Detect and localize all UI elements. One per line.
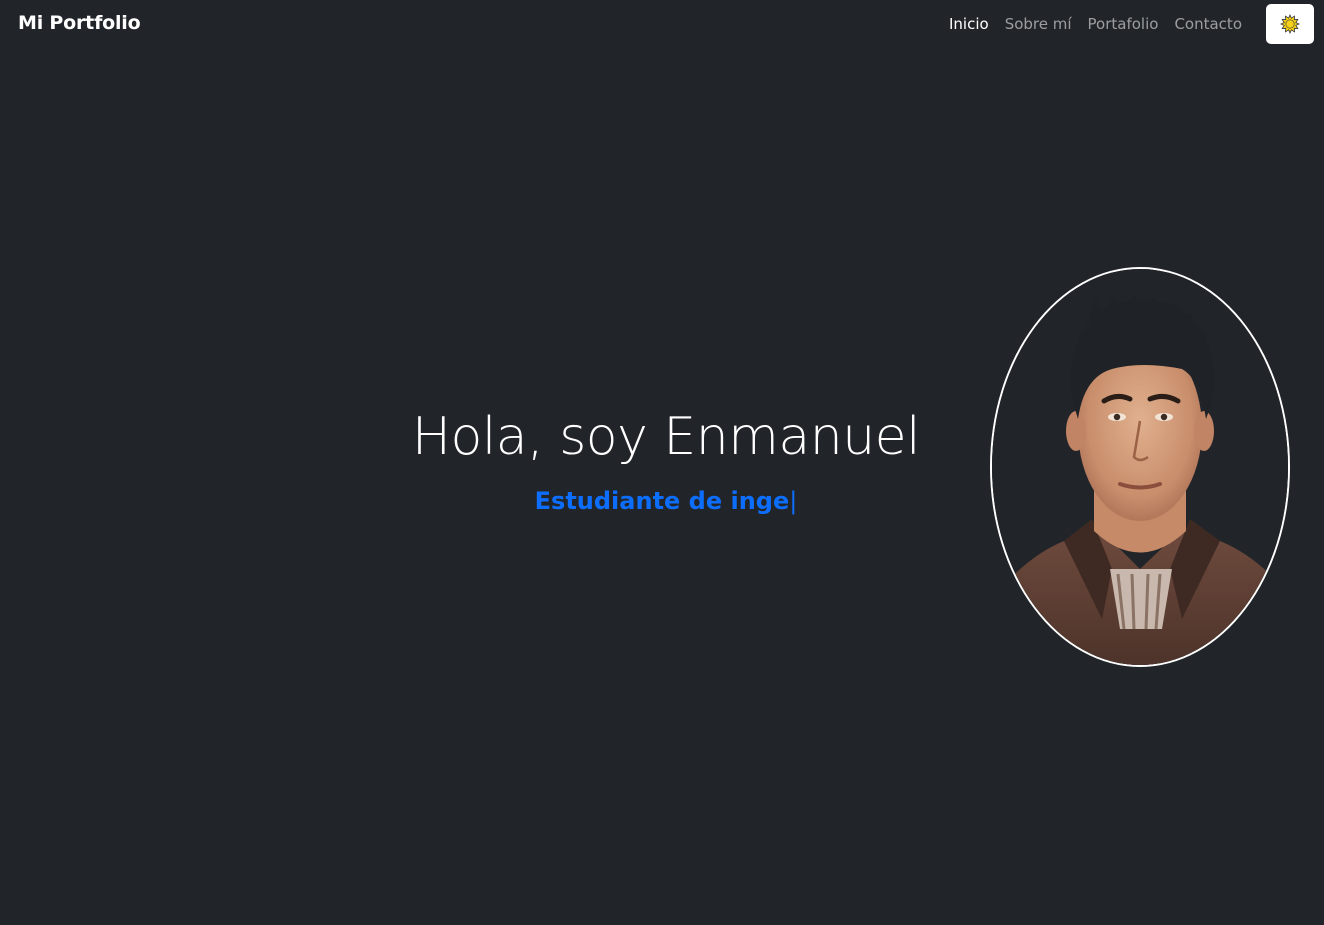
page: Mi Portfolio Inicio Sobre mí Portafolio … <box>0 0 1324 925</box>
nav-link-contacto[interactable]: Contacto <box>1166 14 1250 34</box>
theme-toggle-button[interactable] <box>1266 4 1314 44</box>
navbar: Mi Portfolio Inicio Sobre mí Portafolio … <box>0 0 1324 50</box>
typed-text: Estudiante de inge <box>534 487 790 515</box>
brand-link[interactable]: Mi Portfolio <box>18 12 141 34</box>
sun-icon <box>1280 14 1300 34</box>
typing-cursor: | <box>789 487 798 515</box>
profile-portrait-image <box>992 269 1288 665</box>
nav-link-sobre-mi[interactable]: Sobre mí <box>997 14 1080 34</box>
nav-links: Inicio Sobre mí Portafolio Contacto <box>941 14 1250 34</box>
nav-link-portafolio[interactable]: Portafolio <box>1080 14 1167 34</box>
nav-link-inicio[interactable]: Inicio <box>941 14 997 34</box>
profile-photo <box>990 267 1290 667</box>
